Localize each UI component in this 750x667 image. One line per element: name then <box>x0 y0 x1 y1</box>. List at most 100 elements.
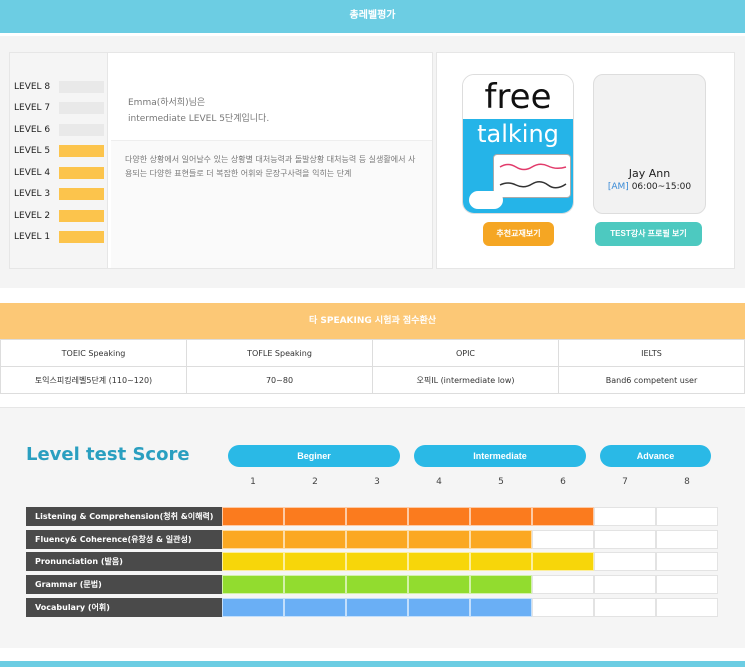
score-cell <box>346 530 408 549</box>
conversion-table: TOEIC Speaking TOFLE Speaking OPIC IELTS… <box>0 339 745 394</box>
teacher-profile-card: Jay Ann [AM] 06:00~15:00 <box>593 74 706 214</box>
level-result-card: LEVEL 8 LEVEL 7 LEVEL 6 LEVEL 5 LEVEL 4 … <box>9 52 433 269</box>
score-cell <box>408 552 470 571</box>
level-description: 다양한 상황에서 일어날수 있는 상황별 대처능력과 돌발상황 대처능력 등 실… <box>125 155 416 178</box>
score-cell <box>346 507 408 526</box>
level-label: LEVEL 5 <box>14 146 51 156</box>
score-label: Vocabulary (어휘) <box>26 598 222 617</box>
score-cell <box>656 530 718 549</box>
score-cell <box>346 552 408 571</box>
level-bar <box>59 81 104 93</box>
score-cell <box>594 507 656 526</box>
book-cover-image[interactable]: free talking <box>462 74 574 214</box>
student-level-line: intermediate LEVEL 5단계입니다. <box>128 114 270 124</box>
score-cells <box>222 530 718 549</box>
score-cell <box>408 507 470 526</box>
score-cell <box>656 552 718 571</box>
handwriting-graphic <box>499 163 567 171</box>
score-cell <box>594 552 656 571</box>
result-summary: Emma(하서희)님은 intermediate LEVEL 5단계입니다. <box>128 95 269 127</box>
score-cell <box>408 530 470 549</box>
score-cell <box>656 598 718 617</box>
level-scale: LEVEL 8 LEVEL 7 LEVEL 6 LEVEL 5 LEVEL 4 … <box>10 53 108 268</box>
teacher-time: [AM] 06:00~15:00 <box>594 182 705 192</box>
level-bar <box>59 231 104 243</box>
score-label: Listening & Comprehension(청취 &이해력) <box>26 507 222 526</box>
teacher-profile-button[interactable]: TEST강사 프로필 보기 <box>595 222 702 246</box>
level-row: LEVEL 3 <box>14 188 106 200</box>
score-cell <box>470 552 532 571</box>
level-label: LEVEL 8 <box>14 82 51 92</box>
conversion-col-header: TOFLE Speaking <box>186 339 373 367</box>
level-row: LEVEL 4 <box>14 167 106 179</box>
level-number: 1 <box>250 477 256 487</box>
score-cells <box>222 552 718 571</box>
score-cell <box>222 598 284 617</box>
score-row-grammar: Grammar (문법) <box>26 575 718 594</box>
bottom-accent-line <box>0 661 745 667</box>
level-test-score-panel: Level test Score Beginer Intermediate Ad… <box>0 407 745 648</box>
score-cell <box>470 530 532 549</box>
score-row-vocabulary: Vocabulary (어휘) <box>26 598 718 617</box>
score-row-pronunciation: Pronunciation (발음) <box>26 552 718 571</box>
score-cell <box>284 507 346 526</box>
conversion-value: 70~80 <box>186 366 373 394</box>
conversion-col-header: OPIC <box>372 339 559 367</box>
level-row: LEVEL 8 <box>14 81 106 93</box>
level-number: 2 <box>312 477 318 487</box>
score-row-listening: Listening & Comprehension(청취 &이해력) <box>26 507 718 526</box>
score-label: Pronunciation (발음) <box>26 552 222 571</box>
score-cells <box>222 507 718 526</box>
conversion-value: 오픽IL (intermediate low) <box>372 366 559 394</box>
score-cell <box>594 598 656 617</box>
level-label: LEVEL 3 <box>14 189 51 199</box>
conversion-header: 타 SPEAKING 시험과 점수환산 <box>0 303 745 339</box>
level-bar <box>59 102 104 114</box>
score-cell <box>470 575 532 594</box>
book-subtitle-graphic <box>493 154 571 198</box>
band-beginner: Beginer <box>228 445 400 467</box>
score-cell <box>284 598 346 617</box>
level-bar <box>59 145 104 157</box>
conversion-value: Band6 competent user <box>558 366 745 394</box>
score-cell <box>284 530 346 549</box>
score-title: Level test Score <box>26 444 190 465</box>
conversion-value-row: 토익스피킹레벨5단계 (110~120) 70~80 오픽IL (interme… <box>0 366 745 394</box>
score-cell <box>594 530 656 549</box>
score-cell <box>656 575 718 594</box>
level-number: 4 <box>436 477 442 487</box>
score-cell <box>408 575 470 594</box>
score-cell <box>408 598 470 617</box>
score-cell <box>594 575 656 594</box>
score-label: Grammar (문법) <box>26 575 222 594</box>
student-name-line: Emma(하서희)님은 <box>128 98 206 108</box>
evaluation-panel: LEVEL 8 LEVEL 7 LEVEL 6 LEVEL 5 LEVEL 4 … <box>0 36 745 288</box>
score-cell <box>222 552 284 571</box>
score-cell <box>532 598 594 617</box>
score-cell <box>222 575 284 594</box>
recommended-book-button[interactable]: 추천교재보기 <box>483 222 554 246</box>
level-label: LEVEL 4 <box>14 168 51 178</box>
level-bar <box>59 210 104 222</box>
recommendation-card: free talking 추천교재보기 Jay Ann [AM] 06:00~1… <box>436 52 735 269</box>
score-cell <box>222 507 284 526</box>
score-cells <box>222 575 718 594</box>
level-row: LEVEL 5 <box>14 145 106 157</box>
level-bar <box>59 188 104 200</box>
score-label: Fluency& Coherence(유창성 & 일관성) <box>26 530 222 549</box>
level-label: LEVEL 2 <box>14 211 51 221</box>
level-number: 6 <box>560 477 566 487</box>
score-cell <box>470 507 532 526</box>
score-cell <box>656 507 718 526</box>
teacher-name: Jay Ann <box>628 167 671 180</box>
handwriting-graphic <box>499 181 567 189</box>
band-advance: Advance <box>600 445 711 467</box>
level-description-box: 다양한 상황에서 일어날수 있는 상황별 대처능력과 돌발상황 대처능력 등 실… <box>111 140 432 268</box>
score-cell <box>532 552 594 571</box>
level-label: LEVEL 1 <box>14 232 51 242</box>
conversion-col-header: TOEIC Speaking <box>0 339 187 367</box>
level-row: LEVEL 1 <box>14 231 106 243</box>
score-cell <box>532 575 594 594</box>
level-number: 8 <box>684 477 690 487</box>
level-row: LEVEL 6 <box>14 124 106 136</box>
